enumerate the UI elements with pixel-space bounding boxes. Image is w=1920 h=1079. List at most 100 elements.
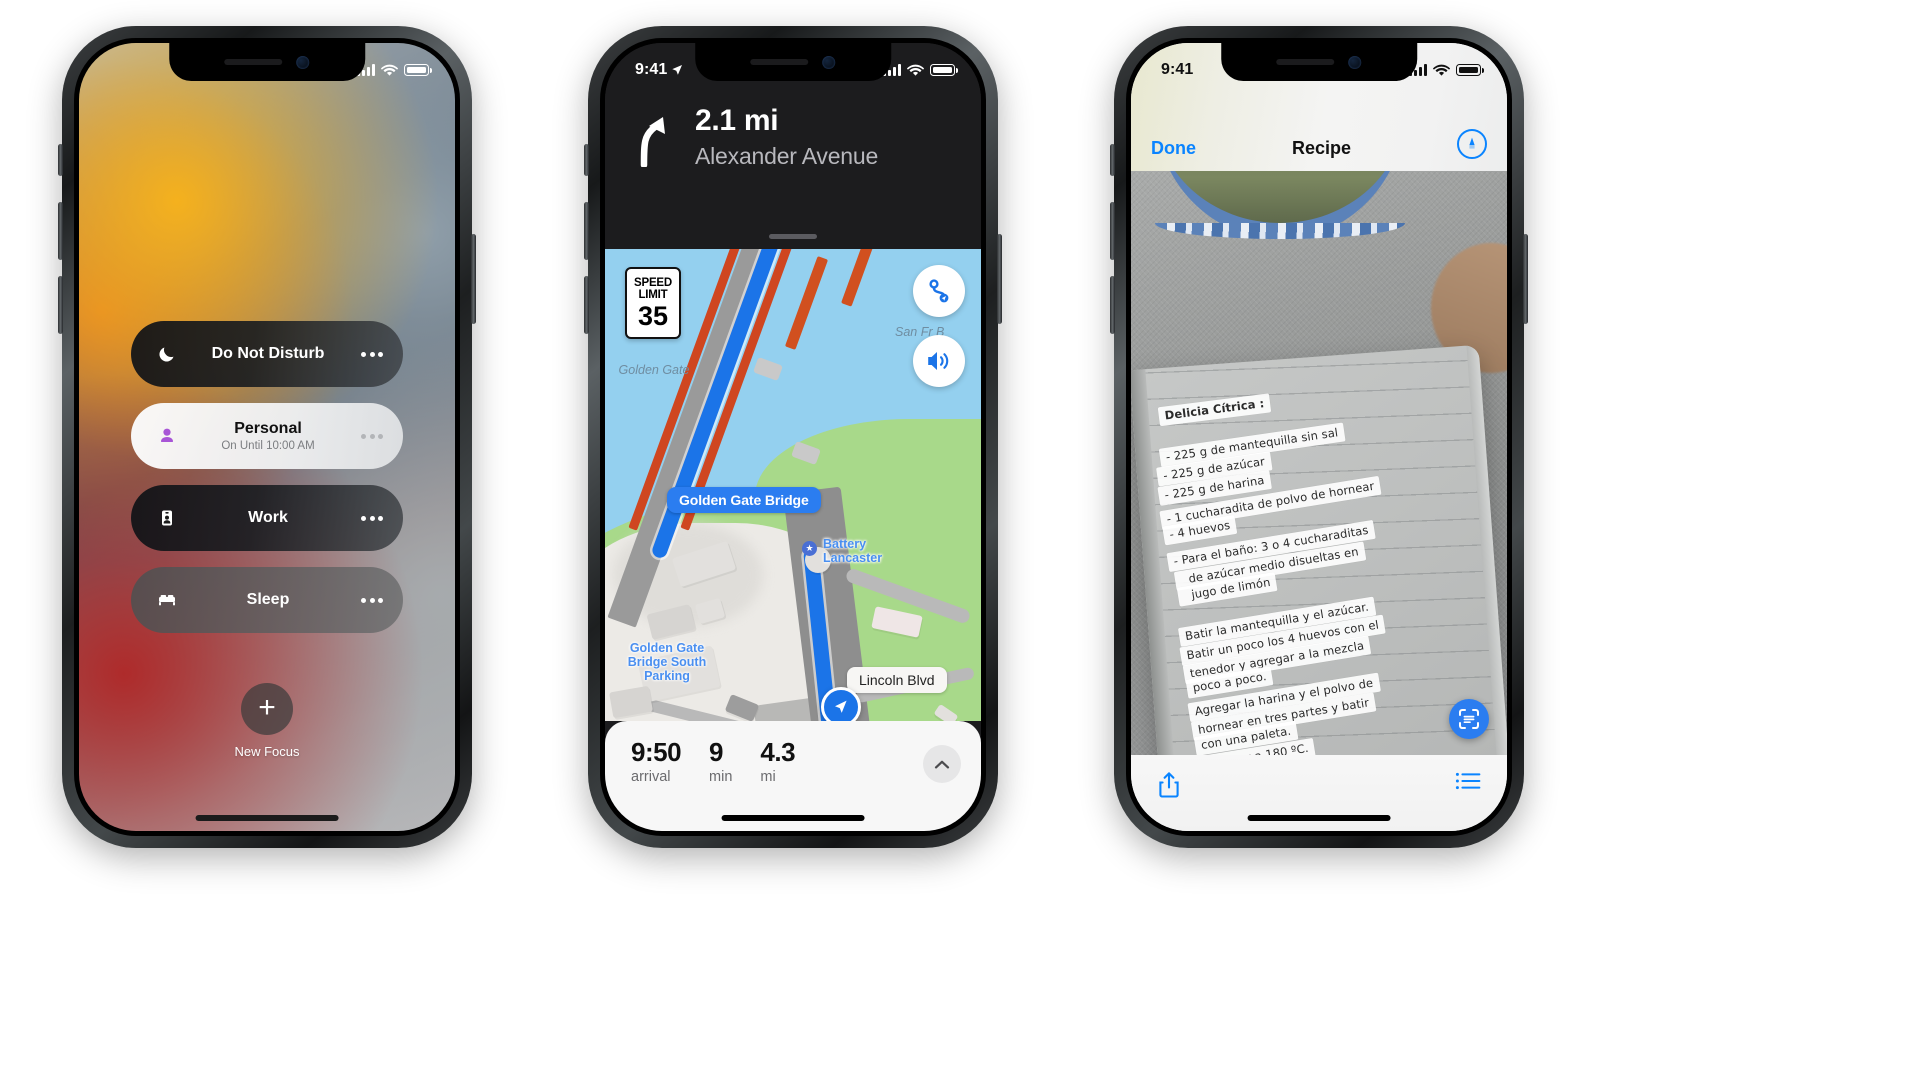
- markup-pen-icon: [1469, 137, 1475, 149]
- banner-grabber[interactable]: [769, 234, 817, 239]
- list-bullet-icon: [1455, 772, 1481, 790]
- map-label-golden-gate-bridge[interactable]: Golden Gate Bridge: [667, 487, 821, 513]
- focus-row-personal[interactable]: Personal On Until 10:00 AM: [131, 403, 403, 469]
- focus-screen: Do Not Disturb Personal On Until 10:00 A…: [79, 43, 455, 831]
- volume-down-button[interactable]: [1110, 276, 1115, 334]
- focus-row-do-not-disturb[interactable]: Do Not Disturb: [131, 321, 403, 387]
- power-button[interactable]: [471, 234, 476, 324]
- location-arrow-icon: [672, 65, 683, 75]
- earpiece-speaker: [750, 59, 809, 65]
- home-indicator[interactable]: [1247, 815, 1391, 821]
- volume-down-button[interactable]: [584, 276, 589, 334]
- recipe-photo[interactable]: Delicia Cítrica : - 225 g de mantequilla…: [1131, 171, 1507, 755]
- notch: [169, 43, 365, 81]
- focus-row-labels: Do Not Disturb: [183, 345, 353, 363]
- more-options-button[interactable]: [353, 515, 383, 521]
- more-options-button[interactable]: [353, 433, 383, 439]
- map-label-battery-lancaster[interactable]: Battery Lancaster: [801, 537, 917, 565]
- list-view-button[interactable]: [1455, 771, 1481, 796]
- phone-focus: Do Not Disturb Personal On Until 10:00 A…: [58, 26, 476, 848]
- plus-icon: +: [241, 683, 293, 735]
- screenshot-canvas: Do Not Disturb Personal On Until 10:00 A…: [0, 0, 1920, 1079]
- expand-trip-button[interactable]: [923, 745, 961, 783]
- volume-up-button[interactable]: [58, 202, 63, 260]
- front-camera-icon: [822, 55, 836, 69]
- trip-arrival-unit: arrival: [631, 769, 671, 786]
- more-options-button[interactable]: [353, 597, 383, 603]
- earpiece-speaker: [224, 59, 283, 65]
- volume-down-button[interactable]: [58, 276, 63, 334]
- trip-arrival: 9:50 arrival: [631, 737, 682, 786]
- front-camera-icon: [296, 55, 310, 69]
- status-time: 9:41: [635, 61, 668, 78]
- turn-slight-right-icon: [633, 105, 677, 172]
- recipe-screen: Done Recipe 9:41 Delicia Cítrica: - 225…: [1131, 43, 1507, 831]
- focus-title: Sleep: [246, 590, 290, 608]
- trip-distance-value: 4.3: [760, 737, 796, 767]
- focus-subtitle: On Until 10:00 AM: [221, 439, 315, 452]
- power-button[interactable]: [1523, 234, 1528, 324]
- silent-switch[interactable]: [58, 144, 63, 176]
- route-overview-button[interactable]: [913, 265, 965, 317]
- focus-title: Do Not Disturb: [211, 344, 325, 362]
- share-icon: [1159, 772, 1179, 798]
- wifi-icon: [1433, 64, 1450, 76]
- photo-notebook: Delicia Cítrica : - 225 g de mantequilla…: [1131, 344, 1507, 755]
- focus-row-work[interactable]: Work: [131, 485, 403, 551]
- maps-screen: 2.1 mi Alexander Avenue 9:41 Golden Gate…: [605, 43, 981, 831]
- audio-button[interactable]: [913, 335, 965, 387]
- share-button[interactable]: [1157, 771, 1181, 804]
- speed-limit-line1: SPEED: [634, 276, 672, 289]
- focus-row-labels: Personal On Until 10:00 AM: [183, 420, 353, 451]
- new-focus-label: New Focus: [234, 744, 300, 759]
- map-label-golden-gate: Golden Gate: [618, 363, 690, 377]
- map-canvas[interactable]: Golden Gate San Fr B Golden Gate Bridge …: [605, 249, 981, 721]
- nav-street: Alexander Avenue: [695, 142, 879, 169]
- volume-up-button[interactable]: [584, 202, 589, 260]
- user-location-puck: [821, 687, 861, 721]
- map-label-lincoln-blvd[interactable]: Lincoln Blvd: [847, 667, 947, 693]
- silent-switch[interactable]: [584, 144, 589, 176]
- new-focus-button[interactable]: + New Focus: [79, 683, 455, 759]
- map-label-parking[interactable]: Golden Gate Bridge South Parking: [609, 641, 725, 683]
- silent-switch[interactable]: [1110, 144, 1115, 176]
- markup-button[interactable]: [1457, 129, 1487, 159]
- power-button[interactable]: [997, 234, 1002, 324]
- home-indicator[interactable]: [721, 815, 865, 821]
- focus-title: Work: [248, 508, 288, 526]
- focus-row-sleep[interactable]: Sleep: [131, 567, 403, 633]
- more-options-button[interactable]: [353, 351, 383, 357]
- speed-limit-sign: SPEED LIMIT 35: [625, 267, 681, 339]
- trip-duration-value: 9: [709, 737, 724, 767]
- home-indicator[interactable]: [195, 815, 339, 821]
- moon-icon: [151, 344, 183, 364]
- live-text-scan-icon: [1459, 709, 1479, 729]
- id-badge-icon: [151, 508, 183, 528]
- volume-up-button[interactable]: [1110, 202, 1115, 260]
- battery-icon: [1456, 64, 1484, 76]
- speed-limit-value: 35: [637, 301, 669, 332]
- phone-recipe: Done Recipe 9:41 Delicia Cítrica: - 225…: [1110, 26, 1528, 848]
- front-camera-icon: [1348, 55, 1362, 69]
- focus-row-labels: Sleep: [183, 591, 353, 609]
- bed-icon: [151, 590, 183, 610]
- speaker-wave-icon: [928, 352, 949, 370]
- trip-distance-unit: mi: [760, 769, 776, 786]
- notch: [1221, 43, 1417, 81]
- focus-title: Personal: [234, 420, 302, 438]
- page-title: Recipe: [1291, 138, 1352, 158]
- nav-distance: 2.1 mi: [695, 104, 779, 137]
- live-text-scan-button[interactable]: [1449, 699, 1489, 739]
- battery-icon: [930, 64, 958, 76]
- earpiece-speaker: [1276, 59, 1335, 65]
- speed-limit-line2: LIMIT: [638, 288, 668, 301]
- trip-duration: 9 min: [709, 737, 733, 786]
- trip-arrival-value: 9:50: [631, 737, 682, 767]
- person-icon: [151, 426, 183, 446]
- phone-maps: 2.1 mi Alexander Avenue 9:41 Golden Gate…: [584, 26, 1002, 848]
- chevron-up-icon: [934, 760, 950, 768]
- route-icon: [929, 279, 949, 303]
- notch: [695, 43, 891, 81]
- trip-duration-unit: min: [709, 769, 733, 786]
- wifi-icon: [907, 64, 924, 76]
